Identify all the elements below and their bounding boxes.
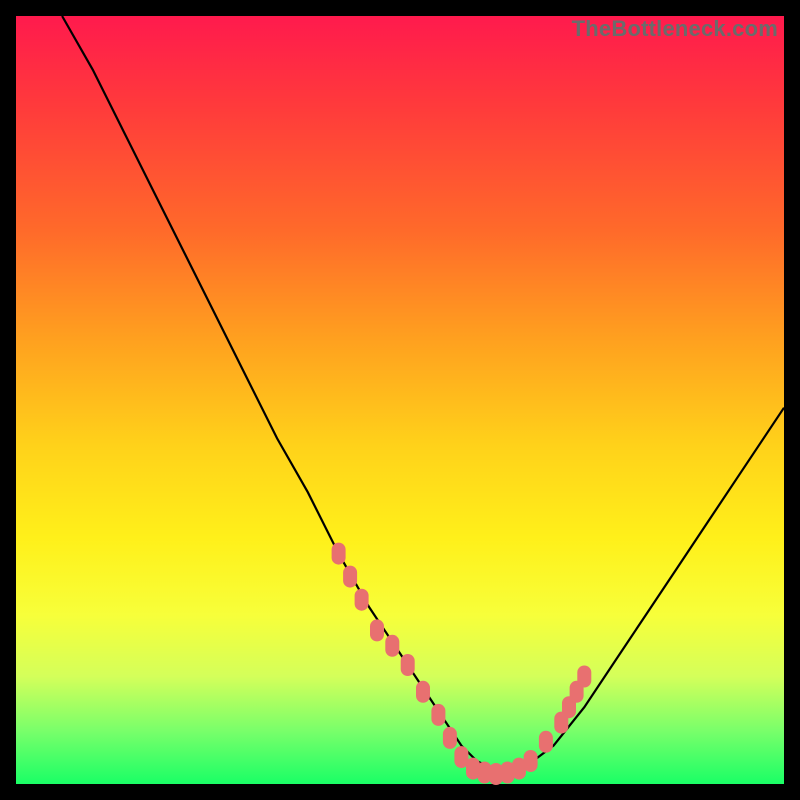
marker-dot [577,666,591,688]
marker-group [332,543,592,785]
marker-dot [370,619,384,641]
bottleneck-curve [62,16,784,773]
marker-dot [443,727,457,749]
marker-dot [355,589,369,611]
plot-area: TheBottleneck.com [16,16,784,784]
marker-dot [401,654,415,676]
marker-dot [332,543,346,565]
marker-dot [539,731,553,753]
marker-dot [343,566,357,588]
marker-dot [524,750,538,772]
marker-dot [416,681,430,703]
chart-frame: TheBottleneck.com [0,0,800,800]
chart-svg [16,16,784,784]
marker-dot [385,635,399,657]
marker-dot [431,704,445,726]
